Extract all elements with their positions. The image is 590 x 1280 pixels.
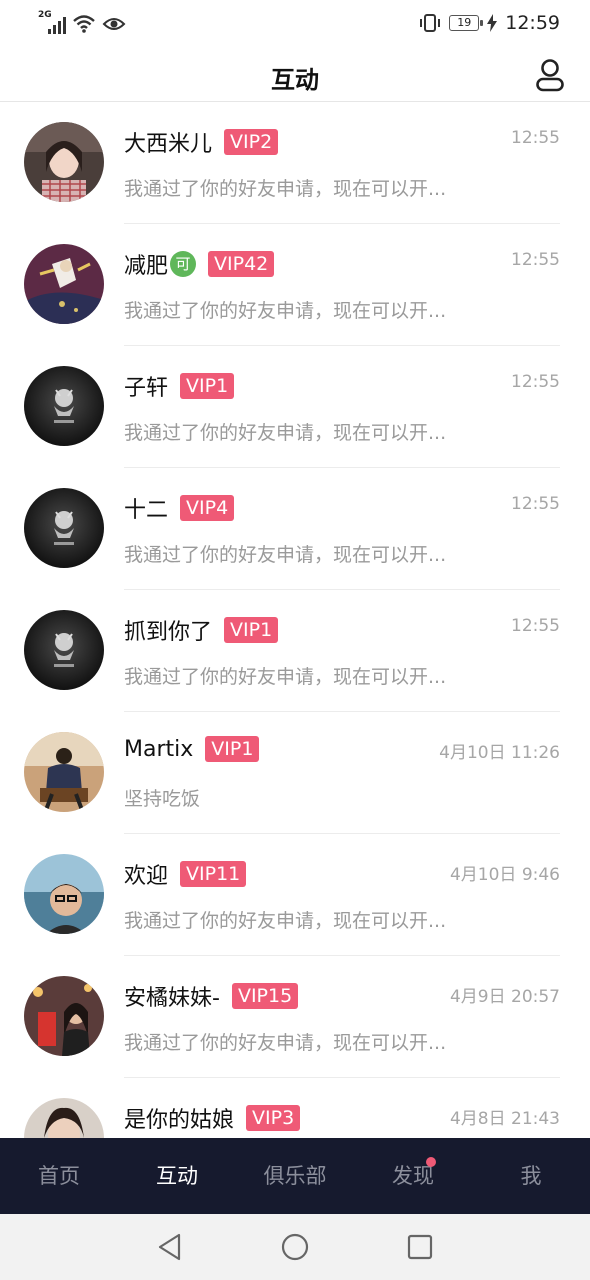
conversation-item[interactable]: 减肥 可 VIP42 12:55 我通过了你的好友申请，现在可以开... [0,224,590,346]
bottom-tab-bar: 首页 互动 俱乐部 发现 我 [0,1138,590,1214]
contact-name: Martix [124,736,194,762]
conversation-item[interactable]: 欢迎 VIP11 4月10日 9:46 我通过了你的好友申请，现在可以开... [0,834,590,956]
vibrate-icon [420,14,441,32]
tab-discover-label: 发现 [392,1164,434,1188]
message-list[interactable]: 大西米儿 VIP2 12:55 我通过了你的好友申请，现在可以开... 减肥 可… [0,102,590,1138]
name-row: 子轩 VIP1 [124,370,235,402]
vip-badge: VIP1 [224,617,279,643]
tab-club[interactable]: 俱乐部 [236,1138,354,1214]
page-title: 互动 [271,66,319,94]
notification-dot [426,1157,436,1167]
contact-name: 安橘妹妹- [124,986,220,1011]
conversation-item[interactable]: 大西米儿 VIP2 12:55 我通过了你的好友申请，现在可以开... [0,102,590,224]
user-profile-button[interactable] [534,58,566,92]
vip-badge: VIP11 [180,861,247,887]
avatar[interactable] [24,366,104,446]
avatar[interactable] [24,244,104,324]
wifi-icon [73,15,95,33]
conversation-item[interactable]: 抓到你了 VIP1 12:55 我通过了你的好友申请，现在可以开... [0,590,590,712]
message-time: 12:55 [511,616,560,636]
contact-name: 子轩 [124,376,169,401]
contact-name: 大西米儿 [124,132,213,157]
vip-badge: VIP1 [180,373,235,399]
message-time: 12:55 [511,250,560,270]
message-preview: 我通过了你的好友申请，现在可以开... [124,910,447,932]
clock: 12:59 [505,12,560,34]
vip-badge: VIP4 [180,495,235,521]
name-row: 抓到你了 VIP1 [124,614,279,646]
battery-icon: 19 [449,15,484,31]
avatar[interactable] [24,976,104,1056]
tab-interaction[interactable]: 互动 [118,1138,236,1214]
tab-discover[interactable]: 发现 [354,1138,472,1214]
vip-badge: VIP3 [246,1105,301,1131]
system-nav-bar [0,1214,590,1280]
signal-icon: 2G [38,10,66,34]
contact-name: 抓到你了 [124,620,213,645]
message-time: 12:55 [511,494,560,514]
conversation-item[interactable]: Martix VIP1 4月10日 11:26 坚持吃饭 [0,712,590,834]
name-row: 十二 VIP4 [124,492,235,524]
avatar[interactable] [24,488,104,568]
message-time: 4月10日 11:26 [439,743,560,763]
verified-badge: 可 [170,251,197,277]
avatar[interactable] [24,610,104,690]
recents-icon[interactable] [405,1232,435,1262]
top-header: 互动 [0,48,590,102]
message-time: 12:55 [511,128,560,148]
message-preview: 我通过了你的好友申请，现在可以开... [124,666,447,688]
vip-badge: VIP42 [208,251,275,277]
contact-name: 是你的姑娘 [124,1108,235,1133]
message-preview: 我通过了你的好友申请，现在可以开... [124,178,447,200]
status-left: 2G [38,10,126,34]
name-row: 大西米儿 VIP2 [124,126,279,158]
conversation-item[interactable]: 子轩 VIP1 12:55 我通过了你的好友申请，现在可以开... [0,346,590,468]
tab-home[interactable]: 首页 [0,1138,118,1214]
name-row: 欢迎 VIP11 [124,858,247,890]
avatar[interactable] [24,854,104,934]
vip-badge: VIP2 [224,129,279,155]
contact-name: 减肥 [124,254,169,279]
eye-icon [102,18,126,30]
name-row: 是你的姑娘 VIP3 [124,1102,301,1134]
message-preview: 我通过了你的好友申请，现在可以开... [124,300,447,322]
conversation-item[interactable]: 安橘妹妹- VIP15 4月9日 20:57 我通过了你的好友申请，现在可以开.… [0,956,590,1078]
message-preview: 我通过了你的好友申请，现在可以开... [124,1032,447,1054]
conversation-item[interactable]: 十二 VIP4 12:55 我通过了你的好友申请，现在可以开... [0,468,590,590]
battery-level: 19 [457,16,472,29]
contact-name: 十二 [124,498,169,523]
name-row: 安橘妹妹- VIP15 [124,980,299,1012]
message-preview: 我通过了你的好友申请，现在可以开... [124,422,447,444]
contact-name: 欢迎 [124,864,169,889]
tab-me[interactable]: 我 [472,1138,590,1214]
name-row: Martix VIP1 [124,736,260,762]
status-bar: 2G 19 12:59 [0,0,590,48]
user-icon [536,59,564,92]
avatar[interactable] [24,732,104,812]
conversation-item[interactable]: 是你的姑娘 VIP3 4月8日 21:43 [0,1078,590,1138]
message-preview: 坚持吃饭 [124,788,201,810]
name-row: 减肥 可 VIP42 [124,248,275,280]
message-time: 4月10日 9:46 [449,865,560,885]
avatar[interactable] [24,1098,104,1138]
vip-badge: VIP1 [205,736,260,762]
charging-icon [487,14,498,32]
message-time: 12:55 [511,372,560,392]
status-right: 19 12:59 [419,12,560,34]
home-icon[interactable] [280,1232,310,1262]
message-time: 4月8日 21:43 [449,1109,560,1129]
message-preview: 我通过了你的好友申请，现在可以开... [124,544,447,566]
vip-badge: VIP15 [231,983,299,1009]
message-time: 4月9日 20:57 [449,987,560,1007]
back-icon[interactable] [155,1232,185,1262]
avatar[interactable] [24,122,104,202]
